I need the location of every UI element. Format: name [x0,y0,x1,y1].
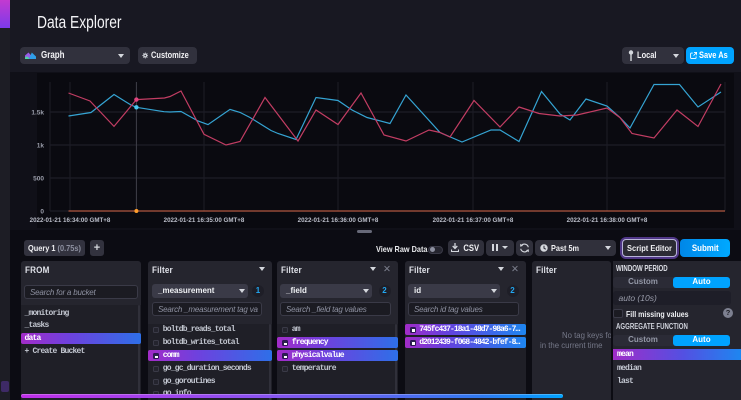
svg-text:1.5k: 1.5k [31,110,44,117]
svg-text:2022-01-21 16:38:00 GMT+8: 2022-01-21 16:38:00 GMT+8 [567,217,648,224]
svg-text:1k: 1k [37,143,45,150]
svg-text:2022-01-21 16:34:00 GMT+8: 2022-01-21 16:34:00 GMT+8 [30,217,111,224]
svg-text:2022-01-21 16:37:00 GMT+8: 2022-01-21 16:37:00 GMT+8 [433,217,514,224]
svg-text:2022-01-21 16:35:00 GMT+8: 2022-01-21 16:35:00 GMT+8 [164,217,245,224]
svg-text:2022-01-21 16:36:00 GMT+8: 2022-01-21 16:36:00 GMT+8 [298,217,379,224]
svg-text:0: 0 [40,209,44,216]
svg-text:500: 500 [33,176,44,183]
